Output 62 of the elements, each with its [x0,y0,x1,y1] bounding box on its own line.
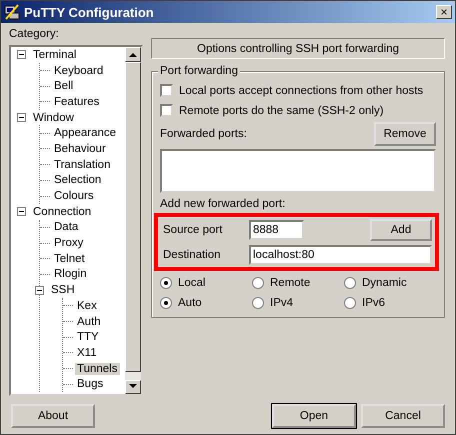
scroll-down-icon[interactable] [125,380,141,394]
checkbox-label: Remote ports do the same (SSH-2 only) [179,104,384,116]
tree-item[interactable]: Selection [52,174,104,186]
radio-label: IPv6 [362,297,386,309]
radio-button[interactable] [252,297,264,309]
tree-item[interactable]: Auth [75,316,103,328]
close-button[interactable]: × [436,5,452,19]
tree-item[interactable]: Appearance [52,127,118,140]
tree-item[interactable]: TTY [75,331,101,344]
panel-header: Options controlling SSH port forwarding [151,38,445,59]
tree-item[interactable]: Colours [52,190,96,202]
tree-item[interactable]: SSH [49,284,77,296]
radio-button[interactable] [344,277,356,289]
radio-label: Dynamic [362,277,407,289]
source-port-label: Source port [163,224,224,236]
radio-label: Auto [178,297,202,309]
collapse-icon[interactable] [17,50,26,60]
tree-item[interactable]: Keyboard [52,64,106,77]
tree-item[interactable]: Connection [31,206,94,218]
collapse-icon[interactable] [17,207,26,216]
tree-item[interactable]: Kex [75,300,99,312]
radio-button[interactable] [252,277,264,289]
radio-label: Local [178,277,206,289]
forwarded-ports-label: Forwarded ports: [160,128,247,140]
add-button[interactable]: Add [370,219,432,241]
radio-label: IPv4 [270,297,294,309]
tree-item[interactable]: Rlogin [52,268,89,280]
radio-label: Remote [270,277,310,289]
collapse-icon[interactable] [35,286,44,295]
open-button[interactable]: Open [272,404,356,428]
radio-button[interactable] [160,277,172,289]
destination-label: Destination [163,249,222,261]
add-port-label: Add new forwarded port: [160,198,286,211]
tree-item[interactable]: Proxy [52,237,86,250]
tree-item[interactable]: Bell [52,80,76,92]
radio-button[interactable] [344,297,356,309]
collapse-icon[interactable] [17,113,26,122]
group-title: Port forwarding [158,65,240,77]
checkbox[interactable] [160,104,173,117]
about-button[interactable]: About [11,404,95,428]
window-title: PuTTY Configuration [24,4,155,20]
tree-item[interactable]: Window [31,112,76,124]
cancel-button[interactable]: Cancel [361,404,445,428]
radio-button[interactable] [160,297,172,309]
tree-item[interactable]: Data [52,221,80,234]
tree-item[interactable]: Telnet [52,252,87,265]
category-label: Category: [9,28,60,42]
destination-field[interactable]: localhost:80 [249,245,432,265]
scroll-up-icon[interactable] [125,47,141,62]
tree-item[interactable]: X11 [75,346,99,359]
tree-item[interactable]: Translation [52,158,112,171]
computer-icon [4,4,20,20]
tree-item[interactable]: Bugs [75,378,106,390]
tree-item[interactable]: Terminal [31,48,78,61]
forwarded-ports-list[interactable] [160,149,436,193]
checkbox-label: Local ports accept connections from other hosts [179,84,424,96]
checkbox[interactable] [160,84,173,97]
source-port-field[interactable]: 8888 [249,220,304,240]
tree-item[interactable]: Behaviour [52,142,108,155]
tree-item[interactable]: Features [52,96,102,108]
tree-item[interactable]: Tunnels [75,362,120,375]
remove-button[interactable]: Remove [374,122,436,146]
